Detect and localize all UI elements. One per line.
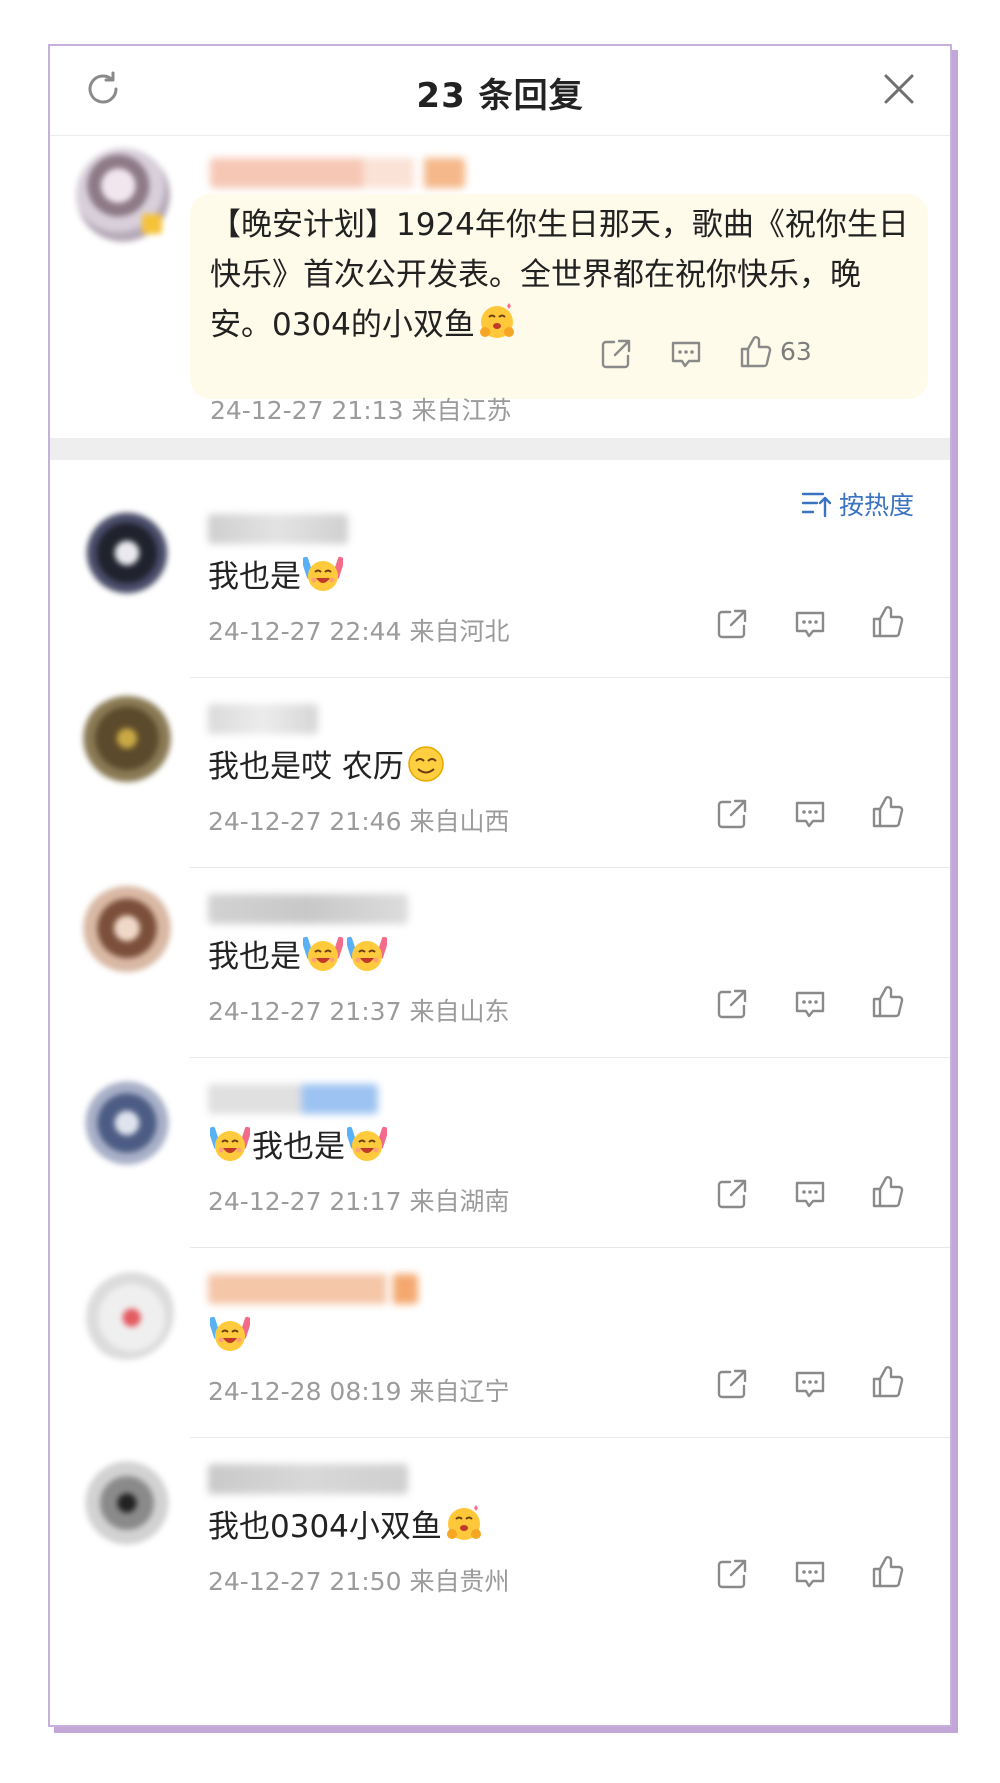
like-icon[interactable] bbox=[870, 1364, 906, 1400]
reply-content: 我也0304小双鱼 bbox=[208, 1504, 486, 1549]
reply-text: 我也0304小双鱼 bbox=[208, 1509, 442, 1545]
cheer-emoji-icon bbox=[210, 1314, 250, 1354]
reply-location: 来自贵州 bbox=[409, 1567, 510, 1596]
reply-text: 我也是 bbox=[208, 559, 301, 595]
cheer-emoji-icon bbox=[210, 1124, 250, 1164]
reply-text: 我也是哎 农历 bbox=[208, 749, 404, 785]
reply-time: 24-12-27 21:50 bbox=[208, 1567, 402, 1596]
smile-emoji-icon bbox=[406, 744, 446, 784]
list-item: 我也是 24-12-27 21:37 来自山东 bbox=[50, 864, 950, 1058]
username[interactable] bbox=[208, 514, 348, 544]
comment-icon[interactable] bbox=[792, 1176, 828, 1212]
comment-icon[interactable] bbox=[792, 606, 828, 642]
comment-icon[interactable] bbox=[792, 1556, 828, 1592]
comment-icon[interactable] bbox=[792, 986, 828, 1022]
comment-icon[interactable] bbox=[792, 796, 828, 832]
reply-content bbox=[208, 1314, 252, 1359]
share-icon[interactable] bbox=[714, 1556, 750, 1592]
post-meta: 24-12-27 21:13 来自江苏 bbox=[210, 391, 511, 427]
reply-content: 我也是 bbox=[208, 1124, 389, 1169]
reply-content: 我也是哎 农历 bbox=[208, 744, 448, 789]
page-title: 23 条回复 bbox=[416, 76, 584, 116]
reply-location: 来自山西 bbox=[409, 807, 510, 836]
reply-meta: 24-12-28 08:19 来自辽宁 bbox=[208, 1372, 509, 1408]
list-item: 我也是 24-12-27 22:44 来自河北 bbox=[50, 484, 950, 678]
reply-location: 来自湖南 bbox=[409, 1187, 510, 1216]
like-icon[interactable] bbox=[870, 794, 906, 830]
post-time: 24-12-27 21:13 bbox=[210, 396, 404, 425]
avatar[interactable] bbox=[80, 886, 174, 980]
like-icon[interactable] bbox=[870, 1554, 906, 1590]
username[interactable] bbox=[210, 158, 465, 188]
share-icon[interactable] bbox=[714, 796, 750, 832]
list-item: 我也是哎 农历 24-12-27 21:46 来自山西 bbox=[50, 674, 950, 868]
reply-time: 24-12-27 21:17 bbox=[208, 1187, 402, 1216]
avatar[interactable] bbox=[76, 148, 170, 242]
reply-time: 24-12-27 22:44 bbox=[208, 617, 402, 646]
like-count: 63 bbox=[780, 337, 812, 366]
avatar[interactable] bbox=[80, 1266, 174, 1360]
hug-emoji-icon bbox=[477, 302, 517, 342]
share-icon[interactable] bbox=[598, 336, 634, 372]
reply-time: 24-12-27 21:46 bbox=[208, 807, 402, 836]
username[interactable] bbox=[208, 704, 318, 734]
cheer-emoji-icon bbox=[347, 934, 387, 974]
share-icon[interactable] bbox=[714, 986, 750, 1022]
panel-header: 23 条回复 bbox=[50, 46, 950, 136]
reply-content: 我也是 bbox=[208, 934, 389, 979]
post-text: 【晚安计划】1924年你生日那天，歌曲《祝你生日快乐》首次公开发表。全世界都在祝… bbox=[210, 207, 909, 343]
username[interactable] bbox=[208, 1274, 418, 1304]
reply-location: 来自山东 bbox=[409, 997, 510, 1026]
comment-icon[interactable] bbox=[792, 1366, 828, 1402]
close-icon[interactable] bbox=[880, 70, 918, 108]
reply-text: 我也是 bbox=[252, 1129, 345, 1165]
list-item: 我也是 24-12-27 21:17 来自湖南 bbox=[50, 1054, 950, 1248]
section-divider bbox=[50, 438, 950, 460]
reply-text: 我也是 bbox=[208, 939, 301, 975]
avatar[interactable] bbox=[80, 1456, 174, 1550]
reply-content: 我也是 bbox=[208, 554, 345, 599]
list-item: 24-12-28 08:19 来自辽宁 bbox=[50, 1244, 950, 1438]
reply-meta: 24-12-27 21:17 来自湖南 bbox=[208, 1182, 509, 1218]
share-icon[interactable] bbox=[714, 606, 750, 642]
like-icon[interactable] bbox=[870, 604, 906, 640]
share-icon[interactable] bbox=[714, 1366, 750, 1402]
post-content: 【晚安计划】1924年你生日那天，歌曲《祝你生日快乐》首次公开发表。全世界都在祝… bbox=[210, 200, 910, 350]
post-location: 来自江苏 bbox=[411, 396, 512, 425]
reply-meta: 24-12-27 21:46 来自山西 bbox=[208, 802, 509, 838]
reply-time: 24-12-27 21:37 bbox=[208, 997, 402, 1026]
reply-meta: 24-12-27 21:50 来自贵州 bbox=[208, 1562, 509, 1598]
reply-location: 来自河北 bbox=[409, 617, 510, 646]
avatar[interactable] bbox=[80, 1076, 174, 1170]
cheer-emoji-icon bbox=[303, 934, 343, 974]
reply-time: 24-12-28 08:19 bbox=[208, 1377, 402, 1406]
reply-meta: 24-12-27 21:37 来自山东 bbox=[208, 992, 509, 1028]
like-icon[interactable] bbox=[870, 1174, 906, 1210]
reply-location: 来自辽宁 bbox=[409, 1377, 510, 1406]
comment-icon[interactable] bbox=[668, 336, 704, 372]
list-item: 我也0304小双鱼 24-12-27 21:50 来自贵州 bbox=[50, 1434, 950, 1628]
username[interactable] bbox=[208, 894, 408, 924]
cheer-emoji-icon bbox=[347, 1124, 387, 1164]
like-icon[interactable] bbox=[738, 334, 774, 370]
reply-meta: 24-12-27 22:44 来自河北 bbox=[208, 612, 509, 648]
avatar[interactable] bbox=[80, 506, 174, 600]
username[interactable] bbox=[208, 1084, 378, 1114]
share-icon[interactable] bbox=[714, 1176, 750, 1212]
like-icon[interactable] bbox=[870, 984, 906, 1020]
cheer-emoji-icon bbox=[303, 554, 343, 594]
avatar[interactable] bbox=[80, 696, 174, 790]
love-emoji-icon bbox=[444, 1504, 484, 1544]
reply-panel: 23 条回复 【晚安计划】1924年你生日那天，歌曲《祝你生日快乐》首次公开发表… bbox=[48, 44, 952, 1727]
username[interactable] bbox=[208, 1464, 408, 1494]
